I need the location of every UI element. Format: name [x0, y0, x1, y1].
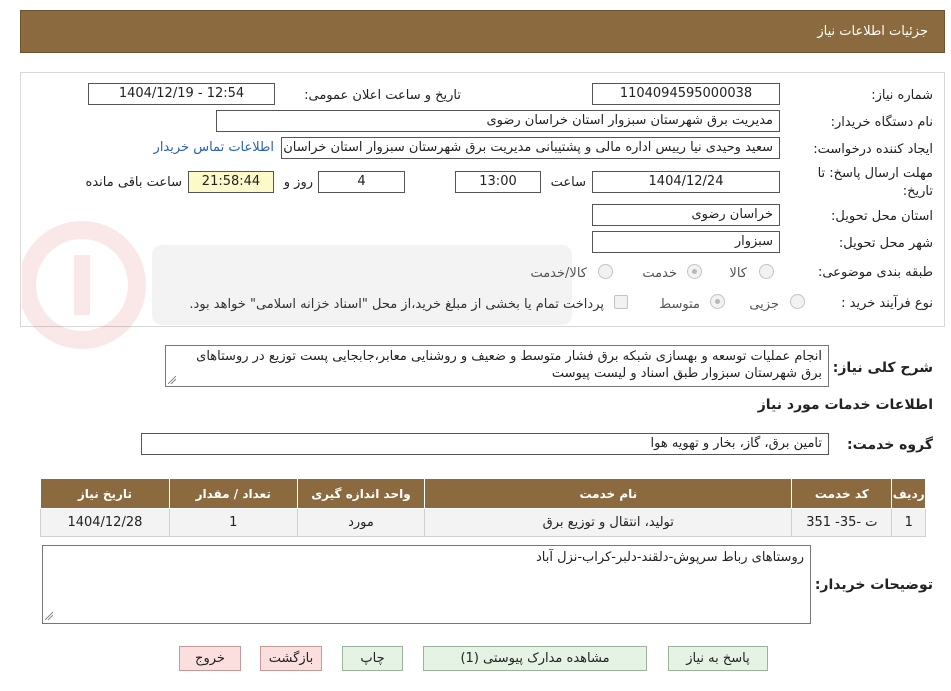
row-number-cell: 1: [891, 508, 926, 537]
description-textarea[interactable]: انجام عملیات توسعه و بهسازی شبکه برق فشا…: [165, 345, 829, 387]
requester-field: سعید وحیدی نیا رییس اداره مالی و پشتیبان…: [281, 137, 780, 159]
page-header: جزئیات اطلاعات نیاز: [20, 10, 945, 53]
need-date-cell: 1404/12/28: [40, 508, 170, 537]
days-label: روز و: [283, 175, 313, 190]
process-type-label: نوع فرآیند خرید :: [841, 296, 933, 311]
process-medium-radio[interactable]: [710, 294, 725, 309]
col-need-date: تاریخ نیاز: [40, 478, 170, 509]
category-service-radio[interactable]: [687, 264, 702, 279]
back-button[interactable]: بازگشت: [260, 646, 322, 671]
need-number-label: شماره نیاز:: [871, 88, 933, 103]
process-medium-label: متوسط: [659, 297, 700, 312]
deadline-time-field: 13:00: [455, 171, 541, 193]
col-service-name: نام خدمت: [424, 478, 793, 509]
table-header-row: ردیف کد خدمت نام خدمت واحد اندازه گیری ت…: [40, 478, 926, 509]
treasury-payment-checkbox[interactable]: [614, 295, 628, 309]
view-attachments-button[interactable]: مشاهده مدارک پیوستی (1): [423, 646, 647, 671]
category-goods-radio[interactable]: [759, 264, 774, 279]
deadline-label: مهلت ارسال پاسخ: تا: [817, 166, 933, 181]
exit-button[interactable]: خروج: [179, 646, 241, 671]
col-quantity: تعداد / مقدار: [168, 478, 298, 509]
province-label: استان محل تحویل:: [831, 209, 933, 224]
process-minor-label: جزیی: [749, 297, 779, 312]
remaining-time-field: 21:58:44: [188, 171, 274, 193]
unit-cell: مورد: [296, 508, 426, 537]
deadline-date-label: تاریخ:: [902, 184, 933, 199]
category-goods-label: کالا: [729, 266, 747, 281]
services-section-title: اطلاعات خدمات مورد نیاز: [757, 397, 933, 413]
deadline-date-field: 1404/12/24: [592, 171, 780, 193]
category-goods-service-label: کالا/خدمت: [530, 266, 587, 281]
buyer-org-field: مدیریت برق شهرستان سبزوار استان خراسان ر…: [216, 110, 780, 132]
quantity-cell: 1: [168, 508, 298, 537]
reply-button[interactable]: پاسخ به نیاز: [668, 646, 768, 671]
service-code-cell: ت -35- 351: [791, 508, 893, 537]
table-row: 1 ت -35- 351 تولید، انتقال و توزیع برق م…: [40, 508, 926, 537]
description-label: شرح کلی نیاز:: [832, 360, 933, 376]
services-table: ردیف کد خدمت نام خدمت واحد اندازه گیری ت…: [40, 478, 926, 537]
buyer-org-label: نام دستگاه خریدار:: [830, 115, 933, 130]
treasury-payment-note: پرداخت تمام یا بخشی از مبلغ خرید،از محل …: [189, 297, 604, 312]
service-name-cell: تولید، انتقال و توزیع برق: [424, 508, 793, 537]
buyer-contact-link[interactable]: اطلاعات تماس خریدار: [154, 140, 274, 155]
service-group-label: گروه خدمت:: [847, 437, 933, 453]
notes-resize-handle-icon[interactable]: [45, 612, 53, 620]
resize-handle-icon[interactable]: [168, 376, 176, 384]
remaining-time-label: ساعت باقی مانده: [85, 175, 182, 190]
requester-label: ایجاد کننده درخواست:: [813, 142, 933, 157]
city-label: شهر محل تحویل:: [838, 236, 933, 251]
service-group-field: تامین برق، گاز، بخار و تهویه هوا: [141, 433, 829, 455]
category-goods-service-radio[interactable]: [598, 264, 613, 279]
category-label: طبقه بندی موضوعی:: [817, 265, 933, 280]
col-row-number: ردیف: [891, 478, 926, 509]
page-title: جزئیات اطلاعات نیاز: [817, 24, 928, 39]
announce-datetime-field: 1404/12/19 - 12:54: [88, 83, 275, 105]
deadline-time-label: ساعت: [550, 175, 586, 190]
city-field: سبزوار: [592, 231, 780, 253]
remaining-days-field: 4: [318, 171, 405, 193]
buyer-notes-label: توضیحات خریدار:: [814, 577, 933, 593]
col-service-code: کد خدمت: [791, 478, 893, 509]
buyer-notes-textarea[interactable]: روستاهای رباط سرپوش-دلقند-دلبر-کراب-نزل …: [42, 545, 811, 624]
category-service-label: خدمت: [642, 266, 677, 281]
process-minor-radio[interactable]: [790, 294, 805, 309]
col-unit: واحد اندازه گیری: [296, 478, 426, 509]
need-number-field: 1104094595000038: [592, 83, 780, 105]
announce-datetime-label: تاریخ و ساعت اعلان عمومی:: [304, 88, 461, 103]
province-field: خراسان رضوی: [592, 204, 780, 226]
print-button[interactable]: چاپ: [342, 646, 403, 671]
